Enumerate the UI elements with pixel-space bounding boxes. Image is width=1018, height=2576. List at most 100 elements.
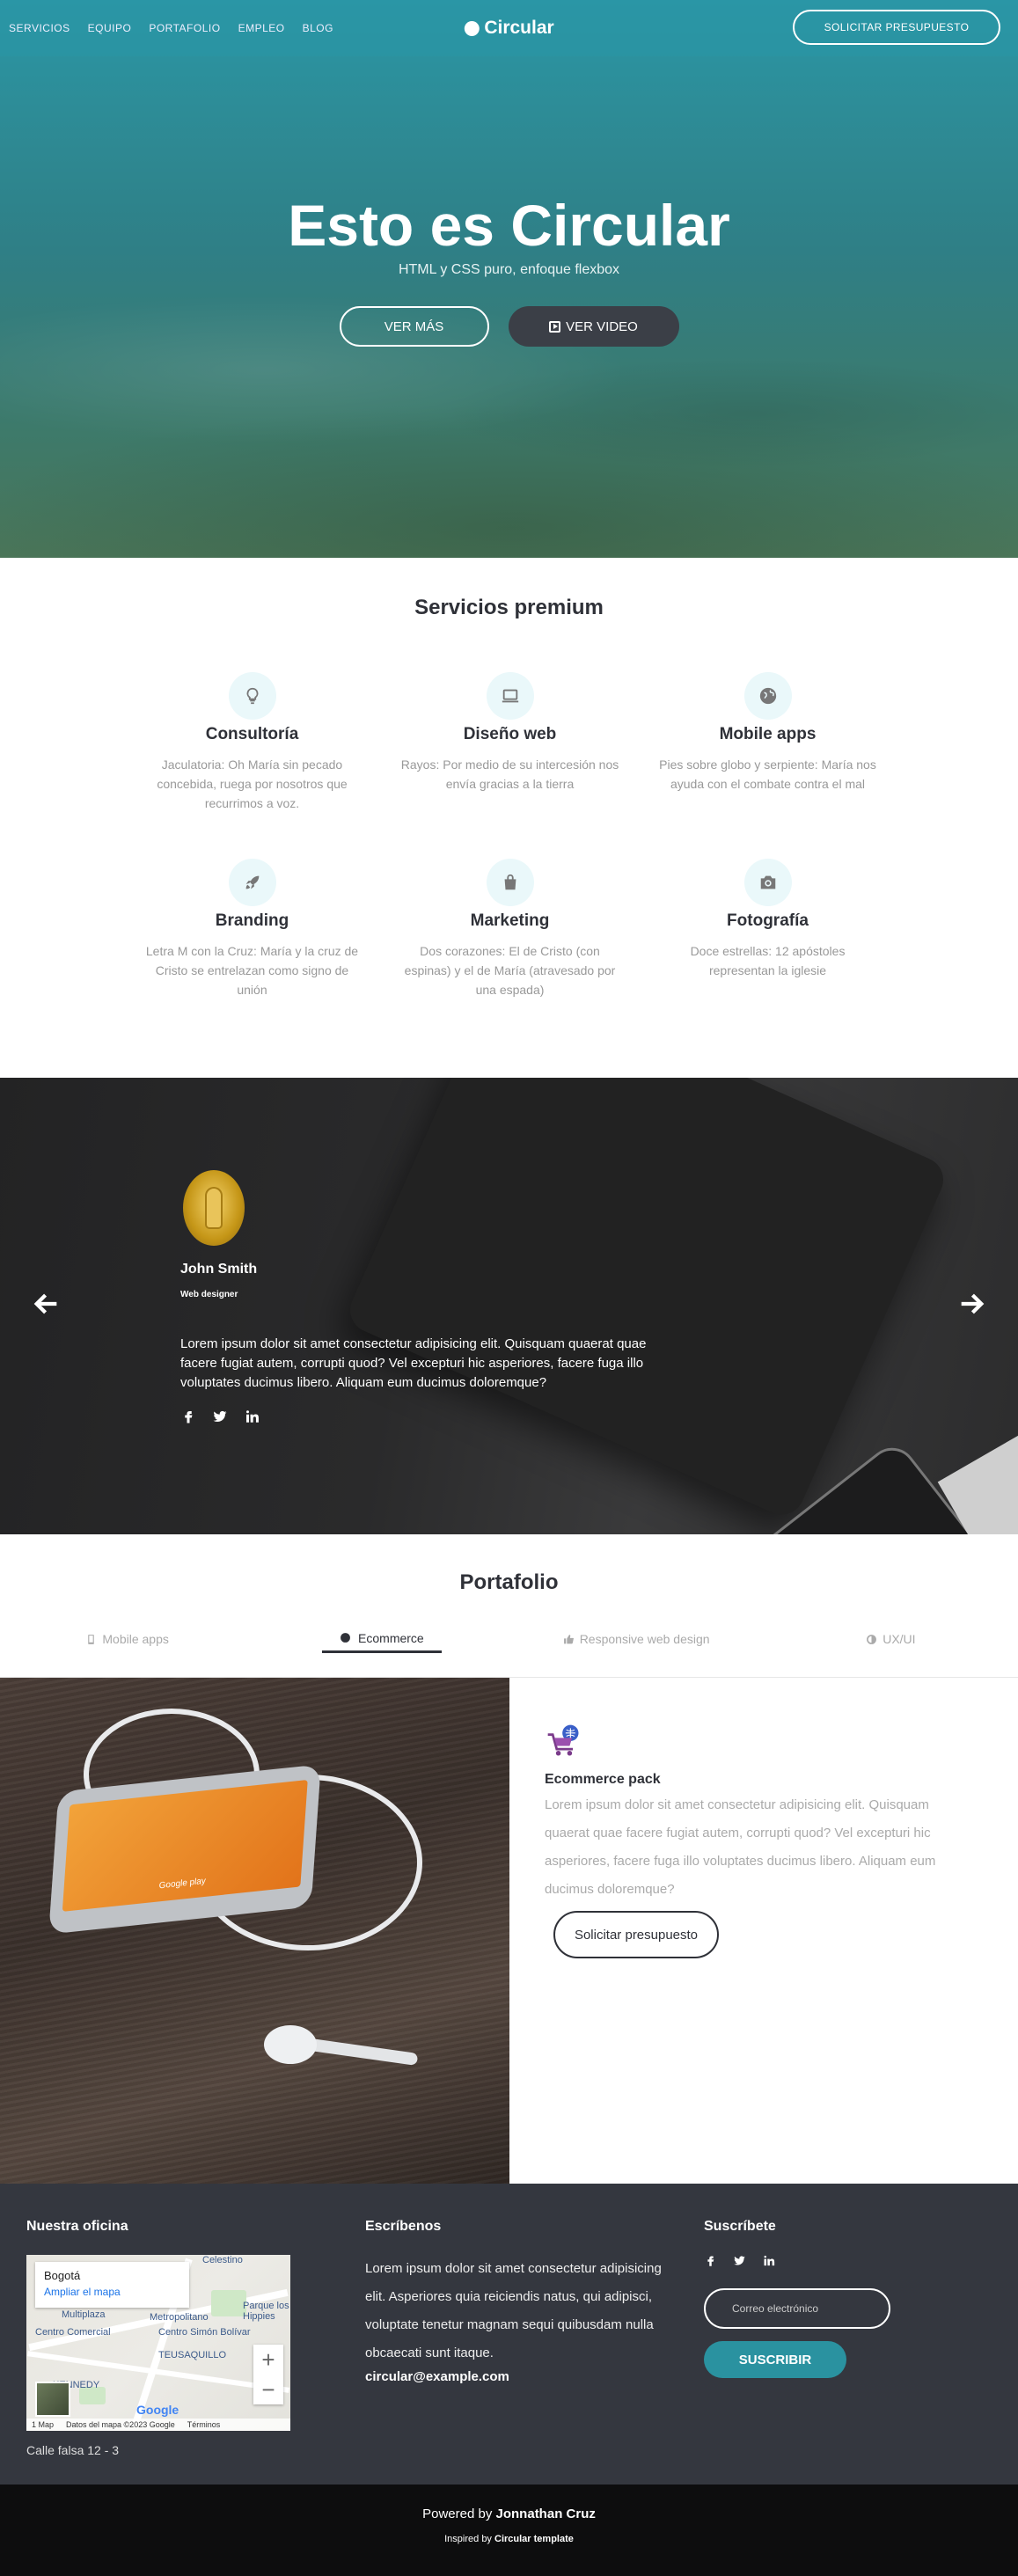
portfolio-item-title: Ecommerce pack [545, 1772, 661, 1787]
service-title: Branding [215, 911, 289, 930]
subscribe-title: Suscríbete [704, 2219, 776, 2234]
hero-section: SERVICIOS EQUIPO PORTAFOLIO EMPLEO BLOG … [0, 0, 1018, 558]
phone-screen: Google play [62, 1779, 308, 1912]
map-satellite-toggle[interactable] [35, 2382, 70, 2417]
nav-link-empleo[interactable]: EMPLEO [238, 22, 285, 34]
office-address: Calle falsa 12 - 3 [26, 2443, 120, 2457]
testimonial-role: Web designer [180, 1290, 238, 1299]
request-quote-button[interactable]: Solicitar presupuesto [553, 1911, 719, 1958]
office-map[interactable]: Celestino Multiplaza Centro Comercial Ce… [26, 2255, 290, 2431]
powered-by: Powered by Jonnathan Cruz [0, 2485, 1018, 2521]
service-text: Pies sobre globo y serpiente: María nos … [659, 757, 876, 791]
tab-mobile-apps[interactable]: Mobile apps [0, 1625, 254, 1653]
map-data-credit: Datos del mapa ©2023 Google [66, 2420, 175, 2429]
inspired-prefix: Inspired by [444, 2534, 492, 2544]
service-title: Fotografía [727, 911, 809, 930]
hero-title: Esto es Circular [288, 193, 730, 258]
medal-figure-icon [207, 1189, 221, 1227]
see-more-button[interactable]: VER MÁS [339, 306, 489, 347]
service-card: Consultoría Jaculatoria: Oh María sin pe… [123, 672, 381, 813]
services-title: Servicios premium [414, 596, 604, 619]
next-arrow-icon[interactable] [956, 1289, 986, 1319]
prev-arrow-icon[interactable] [32, 1289, 62, 1319]
see-video-button[interactable]: VER VIDEO [508, 306, 679, 347]
footer-subscribe-column: Suscríbete SUSCRIBIR [704, 2219, 890, 2378]
request-quote-button[interactable]: SOLICITAR PRESUPUESTO [793, 10, 1000, 45]
nav-link-equipo[interactable]: EQUIPO [88, 22, 132, 34]
portfolio-tabs: Mobile apps Ecommerce Responsive web des… [0, 1625, 1018, 1653]
portfolio-image: Google play [0, 1678, 509, 2184]
service-text: Letra M con la Cruz: María y la cruz de … [145, 944, 359, 997]
tab-ux-ui[interactable]: UX/UI [764, 1625, 1018, 1653]
hero-buttons: VER MÁS VER VIDEO [0, 306, 1018, 347]
copyright-bar: Powered by Jonnathan Cruz Inspired by Ci… [0, 2485, 1018, 2576]
tab-label: Ecommerce [358, 1630, 424, 1645]
phone-image: Google play [48, 1764, 321, 1935]
subscribe-button[interactable]: SUSCRIBIR [704, 2341, 846, 2378]
footer-social-links [704, 2254, 890, 2267]
nav-link-servicios[interactable]: SERVICIOS [9, 22, 70, 34]
facebook-icon[interactable] [180, 1409, 196, 1424]
nav-link-blog[interactable]: BLOG [303, 22, 333, 34]
avatar [183, 1170, 245, 1246]
rocket-icon [228, 859, 276, 906]
brand-logo[interactable]: Circular [464, 18, 554, 39]
powered-name[interactable]: Jonnathan Cruz [496, 2506, 596, 2521]
tab-ecommerce[interactable]: Ecommerce [254, 1625, 509, 1653]
services-section: Servicios premium Consultoría Jaculatori… [0, 558, 1018, 1078]
linkedin-icon[interactable] [762, 2254, 775, 2267]
twitter-icon[interactable] [212, 1409, 228, 1424]
see-video-label: VER VIDEO [566, 318, 638, 334]
zoom-in-icon[interactable]: + [261, 2346, 275, 2374]
testimonial-content: John Smith Web designer Lorem ipsum dolo… [180, 1170, 655, 1424]
testimonial-name: John Smith [180, 1262, 258, 1277]
map-attribution: 1 Map Datos del mapa ©2023 Google Términ… [26, 2419, 290, 2431]
portfolio-content: Google play Ecommerce pack Lorem ipsum d… [0, 1678, 1018, 2184]
screen-text: Google play [158, 1876, 207, 1892]
google-logo: Google [136, 2403, 179, 2417]
service-title: Diseño web [463, 725, 557, 743]
service-text: Jaculatoria: Oh María sin pecado concebi… [157, 757, 348, 810]
testimonial-social-links [180, 1409, 655, 1424]
service-title: Consultoría [205, 725, 299, 743]
twitter-icon[interactable] [733, 2254, 746, 2267]
linkedin-icon[interactable] [244, 1409, 260, 1424]
portfolio-item-text: Lorem ipsum dolor sit amet consectetur a… [545, 1797, 936, 1897]
portfolio-info: Ecommerce pack Lorem ipsum dolor sit ame… [509, 1678, 1018, 2184]
office-title: Nuestra oficina [26, 2219, 128, 2234]
contrast-icon [867, 1634, 877, 1644]
footer-office-column: Nuestra oficina Celestino Multiplaza Cen… [26, 2219, 290, 2457]
zoom-out-icon[interactable]: − [261, 2376, 275, 2404]
globe-icon [341, 1633, 350, 1643]
email-field[interactable] [704, 2288, 890, 2329]
circle-logo-icon [464, 20, 480, 36]
write-text: Lorem ipsum dolor sit amet consectetur a… [365, 2261, 662, 2360]
inspired-by: Inspired by Circular template [0, 2534, 1018, 2544]
contact-email[interactable]: circular@example.com [365, 2369, 664, 2384]
brand-name: Circular [484, 18, 554, 38]
lightbulb-icon [228, 672, 276, 720]
tab-responsive-web-design[interactable]: Responsive web design [509, 1625, 764, 1653]
map-scale: 1 Map [32, 2420, 55, 2429]
enlarge-map-link[interactable]: Ampliar el mapa [44, 2286, 180, 2298]
portfolio-title: Portafolio [459, 1570, 559, 1594]
map-label: Centro Simón Bolívar [158, 2327, 251, 2338]
globe-icon [743, 672, 792, 720]
nav-link-portafolio[interactable]: PORTAFOLIO [149, 22, 220, 34]
map-label: Centro Comercial [35, 2327, 111, 2338]
shopping-bag-icon [486, 859, 534, 906]
footer-write-column: Escríbenos Lorem ipsum dolor sit amet co… [365, 2219, 664, 2384]
facebook-icon[interactable] [704, 2254, 717, 2267]
tab-label: Mobile apps [102, 1632, 169, 1646]
service-card: Branding Letra M con la Cruz: María y la… [123, 859, 381, 999]
write-title: Escríbenos [365, 2219, 442, 2234]
service-card: Mobile apps Pies sobre globo y serpiente… [639, 672, 897, 813]
nav-links: SERVICIOS EQUIPO PORTAFOLIO EMPLEO BLOG [9, 22, 333, 34]
map-terms-link[interactable]: Términos [187, 2420, 221, 2429]
map-label: Multiplaza [62, 2309, 106, 2320]
service-title: Marketing [470, 911, 550, 930]
testimonial-slider: John Smith Web designer Lorem ipsum dolo… [0, 1078, 1018, 1534]
inspired-name[interactable]: Circular template [494, 2534, 574, 2544]
portfolio-section: Portafolio Mobile apps Ecommerce Respons… [0, 1534, 1018, 1678]
shopping-cart-icon [547, 1724, 579, 1756]
